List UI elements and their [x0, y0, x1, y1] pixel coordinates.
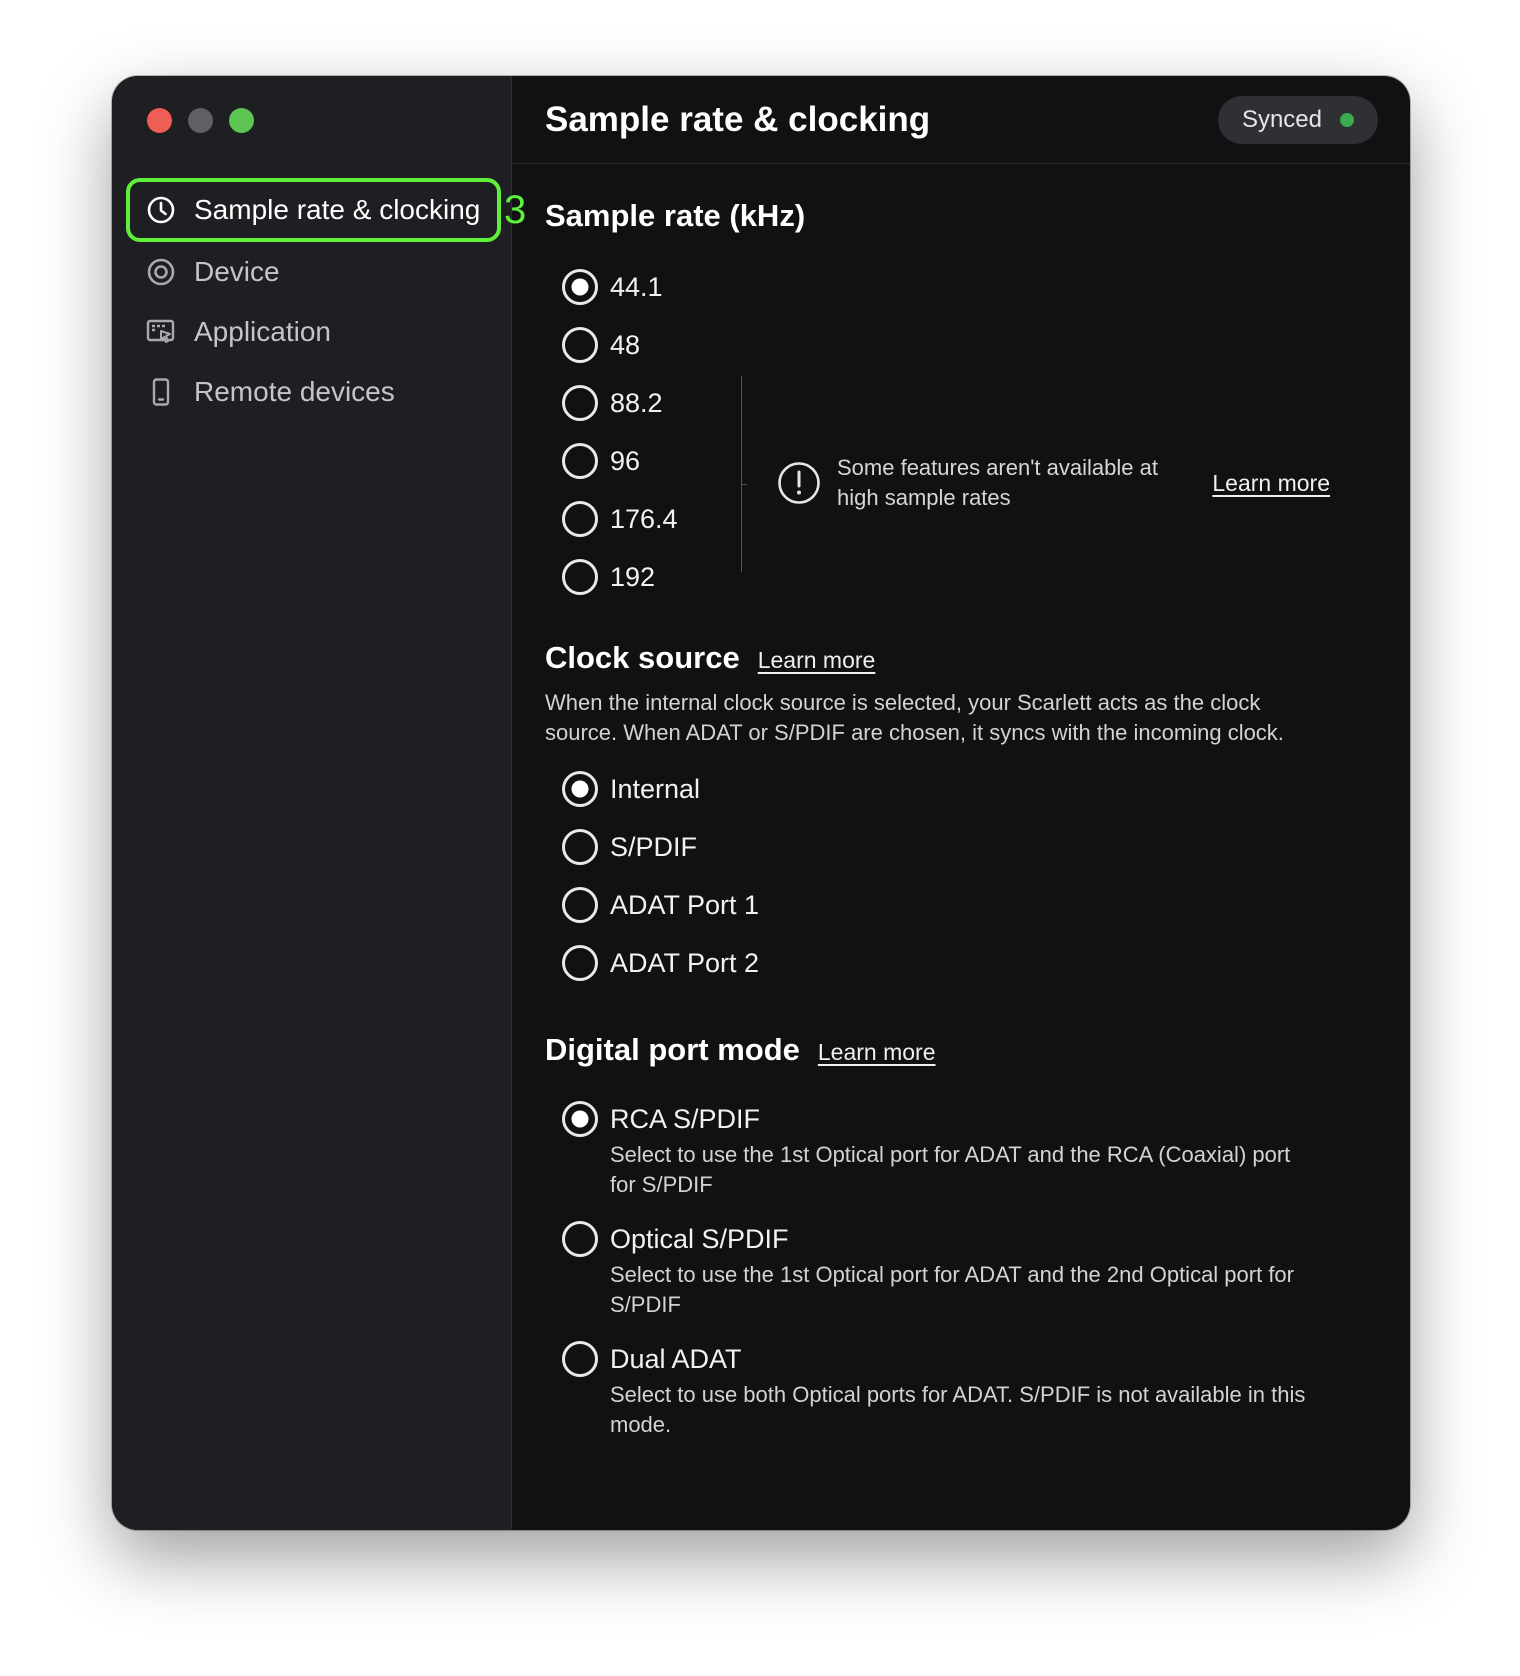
minimize-window-button[interactable] [188, 108, 213, 133]
sample-rate-option-96[interactable]: 96 [545, 432, 741, 490]
phone-icon [146, 377, 176, 407]
clock-icon [146, 195, 176, 225]
sample-rate-group: 44.1 48 88.2 96 176.4 192 Some features … [545, 258, 1350, 606]
sidebar-item-remote-devices[interactable]: Remote devices [126, 362, 501, 422]
sync-status-dot-icon [1340, 112, 1354, 127]
sync-status-label: Synced [1241, 105, 1322, 133]
high-rate-warning: Some features aren't available at high s… [777, 453, 1350, 513]
radio-icon[interactable] [562, 501, 598, 537]
clock-source-option-internal[interactable]: Internal [545, 760, 1350, 818]
radio-selected-icon[interactable] [562, 771, 598, 807]
port-mode-option-description: Select to use the 1st Optical port for A… [610, 1142, 1291, 1197]
sidebar-item-application[interactable]: Application [126, 302, 501, 362]
port-mode-option-description: Select to use the 1st Optical port for A… [610, 1262, 1294, 1317]
radio-selected-icon[interactable] [562, 1101, 598, 1137]
clock-source-heading: Clock source Learn more [545, 640, 1350, 676]
sidebar-nav: Sample rate & clocking Device Applicatio… [126, 178, 501, 422]
radio-icon[interactable] [562, 443, 598, 479]
clock-source-title: Clock source [545, 640, 740, 675]
zoom-window-button[interactable] [229, 108, 254, 133]
clock-source-learn-more-link[interactable]: Learn more [758, 647, 876, 674]
sample-rate-option-192[interactable]: 192 [545, 548, 741, 606]
sample-rate-options: 44.1 48 88.2 96 176.4 192 [545, 258, 741, 606]
sample-rate-option-176-4[interactable]: 176.4 [545, 490, 741, 548]
sidebar-item-label: Sample rate & clocking [194, 194, 481, 225]
sample-rate-option-88-2[interactable]: 88.2 [545, 374, 741, 432]
high-rate-bracket-line [741, 376, 742, 572]
sync-status-badge: Synced [1217, 95, 1378, 144]
sidebar-item-sample-rate[interactable]: Sample rate & clocking [126, 178, 501, 242]
clock-source-option-spdif[interactable]: S/PDIF [545, 818, 1350, 876]
sidebar-item-device[interactable]: Device [126, 242, 501, 302]
app-window: Sample rate & clocking Device Applicatio… [112, 76, 1410, 1530]
port-mode-option-dual-adat[interactable]: Dual ADAT Select to use both Optical por… [545, 1330, 1350, 1440]
settings-content: Sample rate (kHz) 44.1 48 88.2 96 176.4 … [512, 198, 1410, 1440]
radio-icon[interactable] [562, 829, 598, 865]
digital-port-mode-options: RCA S/PDIF Select to use the 1st Optical… [545, 1090, 1350, 1440]
sidebar-item-label: Device [194, 256, 280, 287]
sample-rate-title: Sample rate (kHz) [545, 198, 806, 233]
sample-rate-learn-more-link[interactable]: Learn more [1212, 470, 1330, 497]
sample-rate-heading: Sample rate (kHz) [545, 198, 1350, 242]
radio-icon[interactable] [562, 945, 598, 981]
digital-port-mode-title: Digital port mode [545, 1032, 800, 1067]
clock-source-options: Internal S/PDIF ADAT Port 1 ADAT Port 2 [545, 760, 1350, 992]
sidebar-item-label: Application [194, 316, 331, 347]
header: Sample rate & clocking Synced [512, 76, 1410, 164]
clock-source-option-adat-port-2[interactable]: ADAT Port 2 [545, 934, 1350, 992]
port-mode-option-description: Select to use both Optical ports for ADA… [610, 1382, 1306, 1437]
digital-port-mode-learn-more-link[interactable]: Learn more [818, 1039, 936, 1066]
digital-port-mode-heading: Digital port mode Learn more [545, 1032, 1350, 1068]
window-controls [147, 108, 254, 133]
warning-exclamation-icon [777, 461, 821, 505]
warning-text: Some features aren't available at high s… [837, 455, 1158, 510]
radio-selected-icon[interactable] [562, 269, 598, 305]
radio-icon[interactable] [562, 327, 598, 363]
sample-rate-option-44-1[interactable]: 44.1 [545, 258, 741, 316]
radio-icon[interactable] [562, 385, 598, 421]
radio-icon[interactable] [562, 1221, 598, 1257]
main-panel: Sample rate & clocking Synced Sample rat… [512, 76, 1410, 1530]
port-mode-option-optical-spdif[interactable]: Optical S/PDIF Select to use the 1st Opt… [545, 1210, 1350, 1320]
radio-icon[interactable] [562, 559, 598, 595]
sample-rate-option-48[interactable]: 48 [545, 316, 741, 374]
sidebar-item-label: Remote devices [194, 376, 395, 407]
close-window-button[interactable] [147, 108, 172, 133]
page-title: Sample rate & clocking [545, 99, 931, 139]
clock-source-description: When the internal clock source is select… [545, 690, 1284, 745]
radio-icon[interactable] [562, 1341, 598, 1377]
high-rate-bracket-tick [741, 484, 747, 485]
application-icon [146, 317, 176, 347]
radio-icon[interactable] [562, 887, 598, 923]
sidebar: Sample rate & clocking Device Applicatio… [112, 76, 526, 1530]
clock-source-option-adat-port-1[interactable]: ADAT Port 1 [545, 876, 1350, 934]
device-icon [146, 257, 176, 287]
port-mode-option-rca-spdif[interactable]: RCA S/PDIF Select to use the 1st Optical… [545, 1090, 1350, 1200]
